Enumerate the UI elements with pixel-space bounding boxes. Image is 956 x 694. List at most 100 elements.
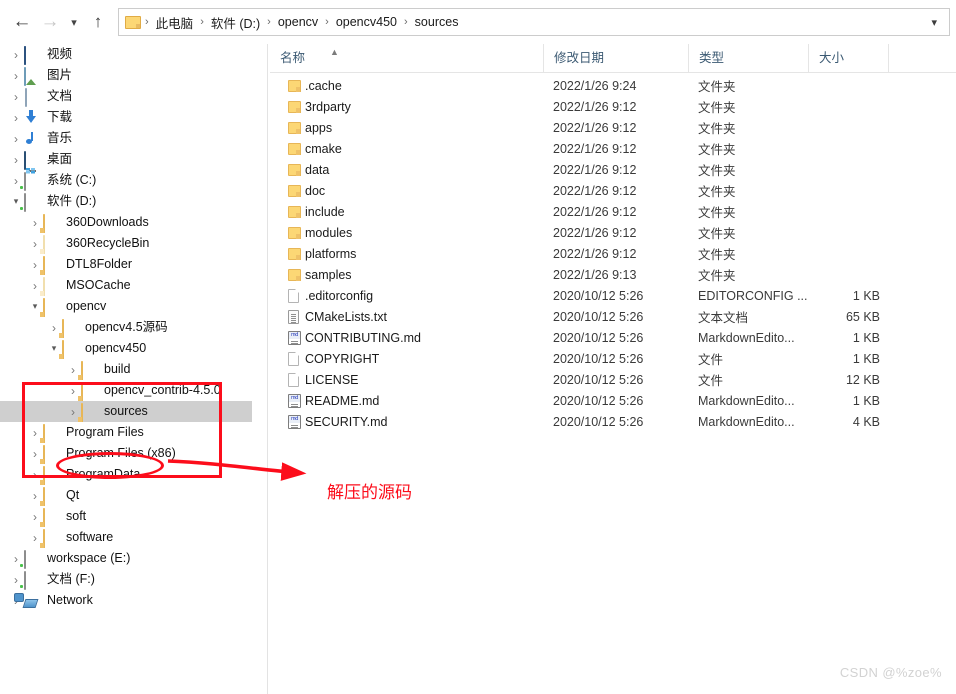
- file-type-cell: 文件夹: [698, 227, 736, 241]
- tree-item-msocache[interactable]: › MSOCache: [0, 275, 252, 296]
- file-type-cell: 文件夹: [698, 248, 736, 262]
- folder-icon: [43, 297, 61, 317]
- file-list-row[interactable]: CMakeLists.txt 2020/10/12 5:26 文本文档 65 KB: [270, 306, 956, 327]
- tree-item-c[interactable]: › 系统 (C:): [0, 170, 252, 191]
- recent-locations-chevron-down-icon[interactable]: ▾: [64, 8, 84, 36]
- tree-item-label: opencv: [66, 299, 107, 313]
- chevron-right-icon[interactable]: ›: [8, 65, 24, 86]
- text-file-icon: [288, 309, 299, 324]
- tree-item-opencv-contrib-4-5-0[interactable]: › opencv_contrib-4.5.0: [0, 380, 252, 401]
- breadcrumb-this-pc[interactable]: 此电脑: [151, 11, 199, 34]
- markdown-file-icon: md: [288, 414, 301, 429]
- file-name-cell: modules: [270, 226, 543, 240]
- tree-item-soft[interactable]: › soft: [0, 506, 252, 527]
- folder-icon: [288, 163, 305, 176]
- file-list-row[interactable]: .editorconfig 2020/10/12 5:26 EDITORCONFIG…: [270, 285, 956, 306]
- tree-item-[interactable]: › 视频: [0, 44, 252, 65]
- folder-icon: [43, 276, 61, 296]
- folder-icon: [288, 100, 301, 113]
- file-list-row[interactable]: doc 2022/1/26 9:12 文件夹: [270, 180, 956, 201]
- file-list-row[interactable]: modules 2022/1/26 9:12 文件夹: [270, 222, 956, 243]
- folder-icon: [43, 213, 61, 233]
- folder-icon: [288, 205, 301, 218]
- tree-item-[interactable]: › 图片: [0, 65, 252, 86]
- chevron-right-icon[interactable]: ›: [8, 44, 24, 65]
- file-list-row[interactable]: md SECURITY.md 2020/10/12 5:26 MarkdownEdit…: [270, 411, 956, 432]
- file-list-row[interactable]: platforms 2022/1/26 9:12 文件夹: [270, 243, 956, 264]
- sort-ascending-caret-icon: ▲: [330, 46, 339, 57]
- forward-icon[interactable]: →: [36, 8, 64, 36]
- folder-icon: [43, 465, 45, 485]
- breadcrumb-opencv[interactable]: opencv: [273, 13, 323, 31]
- file-list-row[interactable]: md CONTRIBUTING.md 2020/10/12 5:26 Markdown…: [270, 327, 956, 348]
- music-icon: [24, 131, 42, 147]
- tree-item-opencv[interactable]: ▾ opencv: [0, 296, 252, 317]
- tree-item-network[interactable]: › Network: [0, 590, 252, 611]
- tree-item-[interactable]: › 音乐: [0, 128, 252, 149]
- tree-item-[interactable]: › 文档: [0, 86, 252, 107]
- pane-splitter[interactable]: [267, 44, 268, 694]
- chevron-right-icon[interactable]: ›: [8, 149, 24, 170]
- markdown-file-icon: md: [288, 393, 301, 408]
- folder-icon: [43, 234, 61, 254]
- file-name-cell: COPYRIGHT: [270, 351, 543, 366]
- file-list-row[interactable]: apps 2022/1/26 9:12 文件夹: [270, 117, 956, 138]
- file-date-cell: 2020/10/12 5:26: [553, 309, 644, 324]
- tree-item-f[interactable]: › 文档 (F:): [0, 569, 252, 590]
- system-drive-icon: [24, 171, 26, 191]
- chevron-right-icon[interactable]: ›: [8, 128, 24, 149]
- file-list-row[interactable]: include 2022/1/26 9:12 文件夹: [270, 201, 956, 222]
- text-file-icon: [288, 309, 305, 324]
- file-name-cell: include: [270, 205, 543, 219]
- file-name-label: CONTRIBUTING.md: [305, 330, 421, 345]
- tree-item-d[interactable]: ▾ 软件 (D:): [0, 191, 252, 212]
- file-name-label: data: [305, 162, 330, 177]
- tree-item-sources[interactable]: › sources: [0, 401, 252, 422]
- file-list-row[interactable]: COPYRIGHT 2020/10/12 5:26 文件 1 KB: [270, 348, 956, 369]
- address-bar[interactable]: › 此电脑 › 软件 (D:) › opencv › opencv450 › s…: [118, 8, 950, 36]
- tree-item-dtl8folder[interactable]: › DTL8Folder: [0, 254, 252, 275]
- column-header-size[interactable]: 大小: [808, 43, 888, 73]
- file-list-row[interactable]: data 2022/1/26 9:12 文件夹: [270, 159, 956, 180]
- back-icon[interactable]: ←: [8, 8, 36, 36]
- file-list-row[interactable]: md README.md 2020/10/12 5:26 MarkdownEdito.…: [270, 390, 956, 411]
- tree-item-[interactable]: › 下载: [0, 107, 252, 128]
- tree-item-program-files[interactable]: › Program Files: [0, 422, 252, 443]
- tree-item-programdata[interactable]: › ProgramData: [0, 464, 252, 485]
- tree-item-opencv450[interactable]: ▾ opencv450: [0, 338, 252, 359]
- breadcrumb-drive-d[interactable]: 软件 (D:): [206, 11, 265, 34]
- tree-item-workspace-e[interactable]: › workspace (E:): [0, 548, 252, 569]
- drive-icon: [24, 570, 42, 590]
- chevron-right-icon[interactable]: ›: [8, 107, 24, 128]
- tree-item-label: opencv4.5源码: [85, 320, 168, 334]
- column-header-date[interactable]: 修改日期: [543, 43, 688, 73]
- tree-item-360downloads[interactable]: › 360Downloads: [0, 212, 252, 233]
- address-dropdown-chevron-down-icon[interactable]: ▾: [923, 16, 945, 29]
- tree-item-label: sources: [104, 404, 148, 418]
- file-size-cell: 1 KB: [852, 393, 880, 408]
- file-list-row[interactable]: samples 2022/1/26 9:13 文件夹: [270, 264, 956, 285]
- breadcrumb-sources[interactable]: sources: [410, 13, 464, 31]
- tree-item-software[interactable]: › software: [0, 527, 252, 548]
- file-list-row[interactable]: 3rdparty 2022/1/26 9:12 文件夹: [270, 96, 956, 117]
- file-list-row[interactable]: LICENSE 2020/10/12 5:26 文件 12 KB: [270, 369, 956, 390]
- file-list-row[interactable]: .cache 2022/1/26 9:24 文件夹: [270, 75, 956, 96]
- column-header-name-label: 名称: [280, 50, 306, 65]
- tree-item-build[interactable]: › build: [0, 359, 252, 380]
- column-header-name[interactable]: 名称 ▲: [270, 44, 543, 73]
- folder-icon: [43, 528, 45, 548]
- tree-item-360recyclebin[interactable]: › 360RecycleBin: [0, 233, 252, 254]
- breadcrumb-opencv450[interactable]: opencv450: [331, 13, 402, 31]
- tree-item-[interactable]: › 桌面: [0, 149, 252, 170]
- file-type-cell: 文件: [698, 353, 724, 367]
- folder-tree: › 视频 › 图片 › 文档 › 下载 › 音乐 › 桌面 › 系统 (C:) ▾ 软件 (D:) › 360Do…: [0, 44, 252, 611]
- chevron-right-icon[interactable]: ›: [8, 86, 24, 107]
- tree-item-program-files-x86[interactable]: › Program Files (x86): [0, 443, 252, 464]
- file-list-row[interactable]: cmake 2022/1/26 9:12 文件夹: [270, 138, 956, 159]
- folder-icon: [62, 339, 64, 359]
- folder-icon: [288, 247, 305, 260]
- tree-item-qt[interactable]: › Qt: [0, 485, 252, 506]
- tree-item-opencv4-5[interactable]: › opencv4.5源码: [0, 317, 252, 338]
- column-header-type[interactable]: 类型: [688, 43, 808, 73]
- up-one-level-arrow-up-icon[interactable]: ↑: [84, 8, 112, 36]
